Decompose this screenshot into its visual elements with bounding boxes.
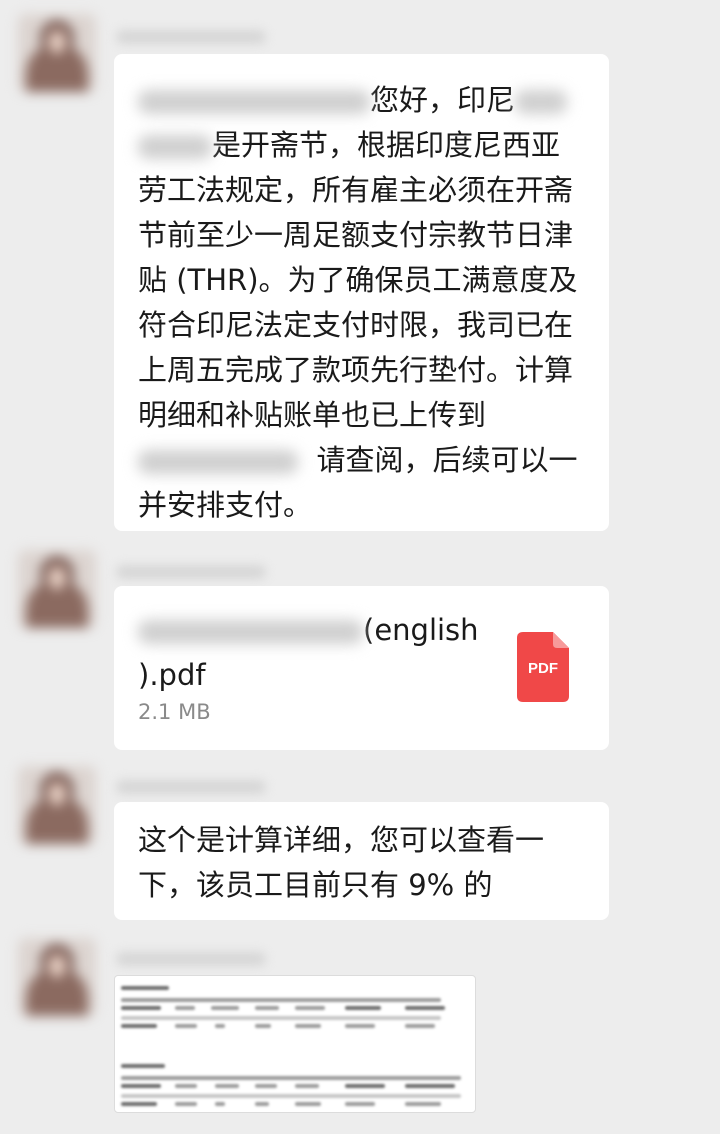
sender-name — [116, 565, 266, 579]
avatar[interactable] — [18, 766, 96, 844]
file-message[interactable]: (english).pdf 2.1 MB PDF — [114, 586, 609, 750]
redacted-text — [138, 135, 212, 159]
avatar[interactable] — [18, 550, 96, 628]
pdf-icon-label: PDF — [528, 660, 558, 677]
message-bubble[interactable]: 这个是计算详细，您可以查看一下，该员工目前只有 9% 的 — [114, 802, 609, 920]
message-text: 您好，印尼是开斋节，根据印度尼西亚劳工法规定，所有雇主必须在开斋节前至少一周足额… — [114, 54, 609, 548]
avatar[interactable] — [18, 938, 96, 1016]
message-text-part: 是开斋节，根据印度尼西亚劳工法规定，所有雇主必须在开斋节前至少一周足额支付宗教节… — [138, 128, 578, 432]
sender-name — [116, 952, 266, 966]
message-text-part: 您好，印尼 — [370, 83, 516, 117]
avatar[interactable] — [18, 14, 96, 92]
message-bubble[interactable]: 您好，印尼是开斋节，根据印度尼西亚劳工法规定，所有雇主必须在开斋节前至少一周足额… — [114, 54, 609, 531]
pdf-file-icon: PDF — [517, 632, 569, 702]
sender-name — [116, 780, 266, 794]
sender-name — [116, 30, 266, 44]
file-name: (english).pdf — [138, 613, 479, 692]
redacted-text — [138, 620, 363, 644]
spreadsheet-image[interactable] — [114, 975, 476, 1113]
redacted-text — [138, 90, 370, 114]
redacted-text — [515, 90, 568, 114]
message-text: 这个是计算详细，您可以查看一下，该员工目前只有 9% 的 — [138, 823, 545, 902]
file-size: 2.1 MB — [138, 700, 211, 724]
redacted-text — [138, 450, 298, 474]
